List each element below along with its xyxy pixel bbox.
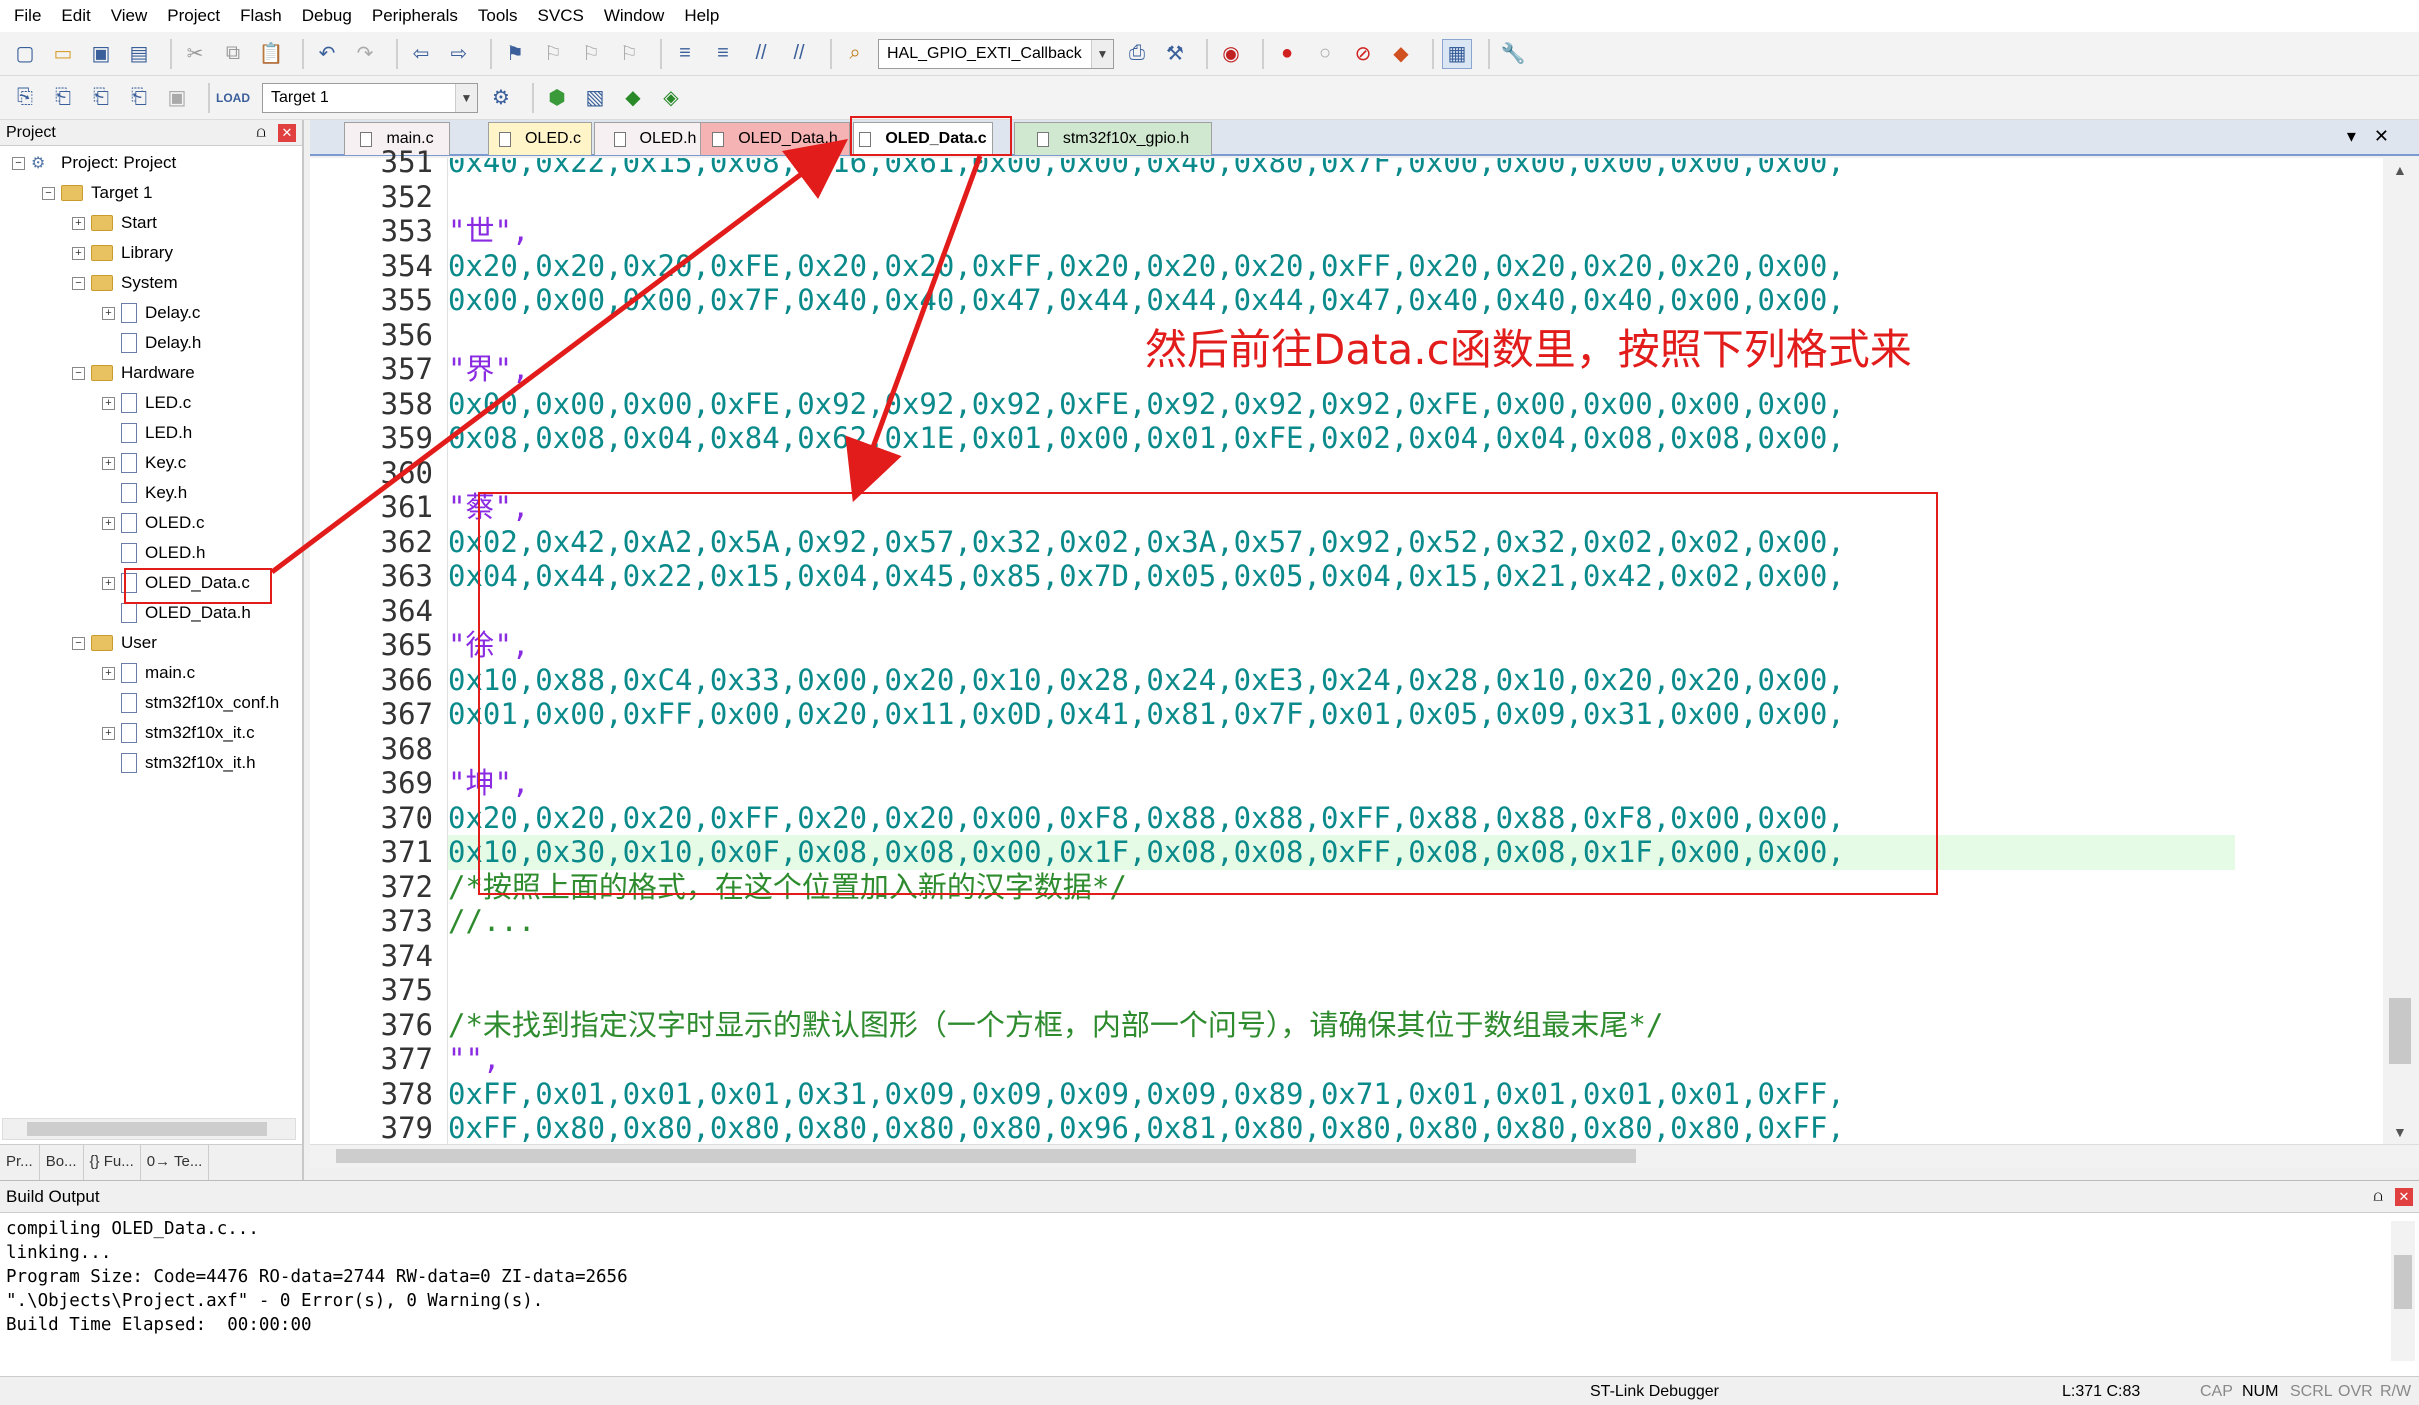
scrollbar-thumb[interactable] [2394,1255,2412,1309]
status-num: NUM [2242,1383,2279,1400]
status-ovr: OVR [2338,1383,2373,1400]
build-output-text: compiling OLED_Data.c... linking... Progra… [0,1213,2419,1337]
build-output-line: Build Time Elapsed: 00:00:00 [6,1315,312,1335]
build-output-panel: Build Output ⩍ ✕ compiling OLED_Data.c..… [0,1180,2419,1376]
status-scrl: SCRL [2290,1383,2333,1400]
arrow-file-to-tab [270,138,848,574]
status-caps: CAP [2200,1383,2233,1400]
ide-window: { "menu": ["File","Edit","View","Project… [0,0,2419,1405]
status-debugger: ST-Link Debugger [1590,1383,1719,1400]
build-output-header: Build Output ⩍ ✕ [0,1181,2419,1213]
build-output-line: linking... [6,1243,112,1263]
build-output-line: ".\Objects\Project.axf" - 0 Error(s), 0 … [6,1291,544,1311]
close-icon[interactable]: ✕ [2395,1188,2413,1206]
pin-icon[interactable]: ⩍ [2373,1181,2383,1213]
arrow-tab-to-code [845,155,983,503]
status-rw: R/W [2380,1383,2412,1400]
build-output-scrollbar[interactable] [2391,1221,2415,1361]
status-cursor-position: L:371 C:83 [2062,1383,2141,1400]
build-output-title: Build Output [6,1187,100,1206]
build-output-line: compiling OLED_Data.c... [6,1219,259,1239]
build-output-line: Program Size: Code=4476 RO-data=2744 RW-… [6,1267,628,1287]
status-bar: ST-Link Debugger L:371 C:83 CAP NUM SCRL… [0,1376,2419,1405]
